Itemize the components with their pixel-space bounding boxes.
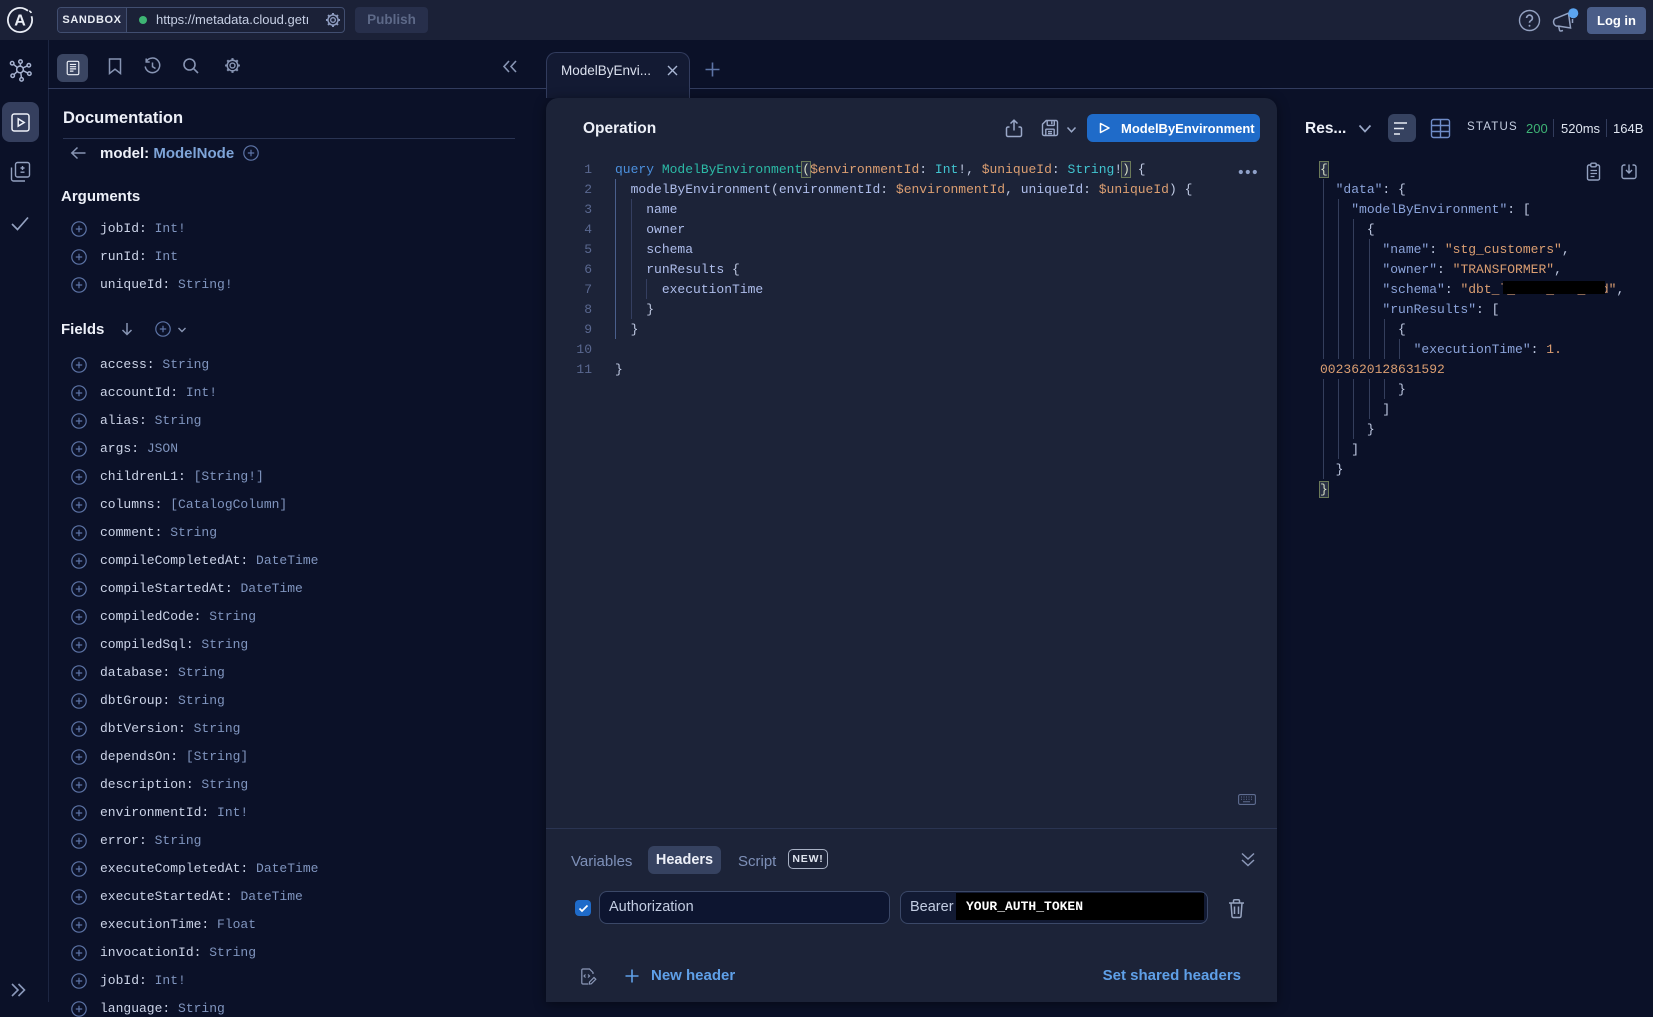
svg-text:A: A — [14, 13, 26, 30]
